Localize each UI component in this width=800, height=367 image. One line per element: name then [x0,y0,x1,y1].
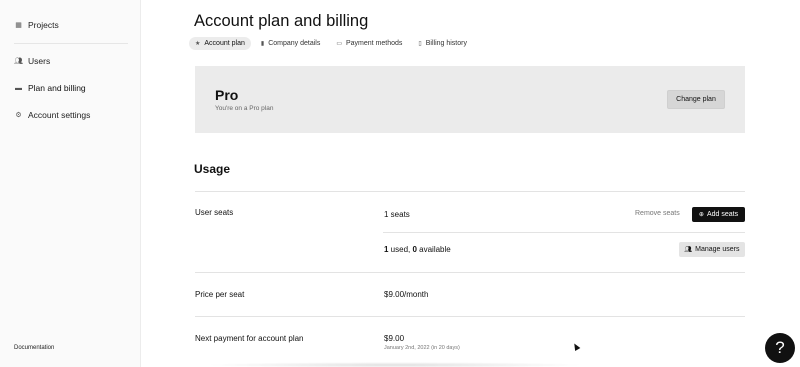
manage-users-label: Manage users [695,246,740,253]
change-plan-button[interactable]: Change plan [667,90,725,109]
sidebar-item-label: Users [28,56,51,66]
price-per-seat-label: Price per seat [195,290,245,299]
help-button[interactable]: ? [765,333,795,363]
scroll-shadow [205,362,585,367]
next-payment-date: January 2nd, 2022 (in 20 days) [384,345,460,351]
seats-suffix: seats [388,210,410,219]
sidebar-divider [14,43,128,44]
bookmark-icon: ▮ [260,41,265,47]
app-window: ▦ Projects 👥︎ Users ▬ Plan and billing ⚙… [0,0,800,367]
sidebar-item-account-settings[interactable]: ⚙ Account settings [14,110,90,120]
tab-label: Company details [268,40,321,47]
tab-account-plan[interactable]: ★ Account plan [189,37,251,50]
add-seats-label: Add seats [706,211,739,218]
users-icon: 👥︎ [14,58,23,65]
divider [383,232,745,233]
available-suffix: available [416,245,451,254]
tab-company-details[interactable]: ▮ Company details [255,37,326,50]
divider [195,272,745,273]
remove-seats-button[interactable]: Remove seats [635,210,680,217]
tab-label: Billing history [425,40,467,47]
plan-subtitle: You're on a Pro plan [215,105,274,112]
page-title: Account plan and billing [194,12,369,30]
add-seats-button[interactable]: ⊕ Add seats [692,207,745,222]
documentation-link[interactable]: Documentation [14,345,54,351]
divider [195,191,745,192]
star-icon: ★ [195,41,201,47]
user-seats-label: User seats [195,208,234,217]
plan-name: Pro [215,87,239,103]
sidebar: ▦ Projects 👥︎ Users ▬ Plan and billing ⚙… [0,0,141,367]
users-icon: 👥︎ [684,247,693,253]
tab-label: Account plan [204,40,245,47]
mouse-cursor-icon [571,341,581,352]
sidebar-item-plan-and-billing[interactable]: ▬ Plan and billing [14,83,86,93]
sidebar-item-label: Account settings [28,110,91,120]
tab-bar: ★ Account plan ▮ Company details ▭ Payme… [189,37,477,50]
sidebar-item-projects[interactable]: ▦ Projects [14,20,59,30]
tab-label: Payment methods [346,40,403,47]
card-icon: ▭ [336,41,342,47]
tab-billing-history[interactable]: ▯ Billing history [412,37,473,50]
help-label: ? [775,338,785,357]
price-per-seat-value: $9.00/month [384,290,429,299]
grid-icon: ▦ [15,22,22,29]
next-payment-value: $9.00 [384,334,405,343]
usage-heading: Usage [194,162,231,176]
next-payment-label: Next payment for account plan [195,334,304,343]
sidebar-item-users[interactable]: 👥︎ Users [14,56,50,66]
tab-payment-methods[interactable]: ▭ Payment methods [330,37,408,50]
plus-circle-icon: ⊕ [698,212,704,218]
sidebar-item-label: Plan and billing [28,83,86,93]
manage-users-button[interactable]: 👥︎ Manage users [679,242,745,257]
used-suffix: used, [388,245,413,254]
plan-card: Pro You're on a Pro plan Change plan [195,66,745,133]
seats-usage: 1 used, 0 available [384,245,451,254]
divider [195,316,745,317]
gear-icon: ⚙ [15,112,22,119]
seats-count: 1 seats [384,210,410,219]
card-icon: ▬ [15,84,22,92]
sidebar-item-label: Projects [28,20,59,30]
receipt-icon: ▯ [418,41,422,47]
